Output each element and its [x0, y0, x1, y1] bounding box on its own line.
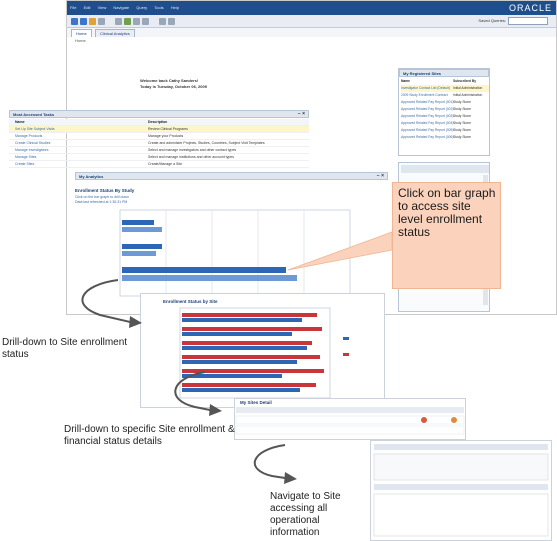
flow-arrow-2: [174, 371, 211, 411]
annotation-site-status: Drill-down to Site enrollment status: [2, 337, 128, 360]
flow-arrows: [81, 279, 297, 484]
flow-arrow-2-head: [209, 404, 222, 416]
flow-arrow-3-head: [284, 472, 297, 484]
flow-arrow-1: [81, 279, 131, 323]
annotation-site-details: Drill-down to specific Site enrollment &…: [64, 424, 235, 447]
flow-arrow-1-head: [129, 316, 142, 328]
annotation-navigate: Navigate to Site accessing all operation…: [270, 491, 341, 538]
flow-arrow-3: [253, 444, 286, 479]
